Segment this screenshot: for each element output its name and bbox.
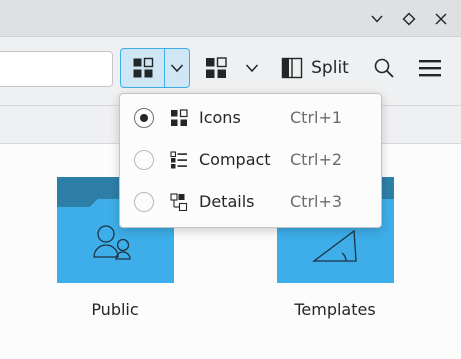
diamond-icon	[402, 12, 416, 26]
split-button[interactable]: Split	[278, 51, 352, 85]
icons-view-icon	[171, 109, 188, 126]
file-name: Public	[91, 300, 139, 319]
view-mode-menu: Icons Ctrl+1 Compact Ctrl+2 Details Ctrl…	[119, 93, 382, 228]
hamburger-menu-button[interactable]	[416, 51, 444, 85]
menu-item-label: Icons	[199, 108, 241, 127]
preview-mode-button[interactable]	[201, 51, 231, 85]
view-mode-button-group	[120, 48, 190, 88]
menu-item-label: Details	[199, 192, 255, 211]
chevron-down-icon	[245, 64, 259, 73]
minimize-button[interactable]	[366, 8, 388, 30]
menu-item-icons[interactable]: Icons Ctrl+1	[126, 99, 377, 137]
search-icon	[374, 58, 394, 78]
menu-item-label: Compact	[199, 150, 271, 169]
split-label: Split	[311, 58, 349, 78]
icons-view-icon	[133, 57, 153, 78]
radio-unchecked-icon	[134, 150, 154, 170]
menu-item-shortcut: Ctrl+2	[290, 150, 343, 169]
preview-dropdown-button[interactable]	[240, 51, 264, 85]
location-bar[interactable]	[0, 51, 113, 87]
search-button[interactable]	[370, 51, 398, 85]
radio-unchecked-icon	[134, 192, 154, 212]
close-button[interactable]	[430, 8, 452, 30]
details-view-icon	[170, 193, 188, 211]
maximize-button[interactable]	[398, 8, 420, 30]
menu-item-shortcut: Ctrl+3	[290, 192, 343, 211]
view-mode-button[interactable]	[120, 48, 165, 88]
menu-item-details[interactable]: Details Ctrl+3	[126, 183, 377, 221]
file-name: Templates	[294, 300, 376, 319]
chevron-down-icon	[170, 64, 184, 73]
split-view-icon	[281, 57, 303, 79]
hamburger-menu-icon	[419, 60, 441, 77]
view-mode-dropdown-button[interactable]	[164, 48, 190, 88]
window-titlebar	[0, 0, 461, 37]
radio-checked-icon	[134, 108, 154, 128]
chevron-down-icon	[371, 15, 383, 23]
close-icon	[435, 13, 447, 25]
compact-view-icon	[170, 151, 187, 169]
menu-item-compact[interactable]: Compact Ctrl+2	[126, 141, 377, 179]
icons-view-icon	[206, 57, 227, 78]
menu-item-shortcut: Ctrl+1	[290, 108, 343, 127]
